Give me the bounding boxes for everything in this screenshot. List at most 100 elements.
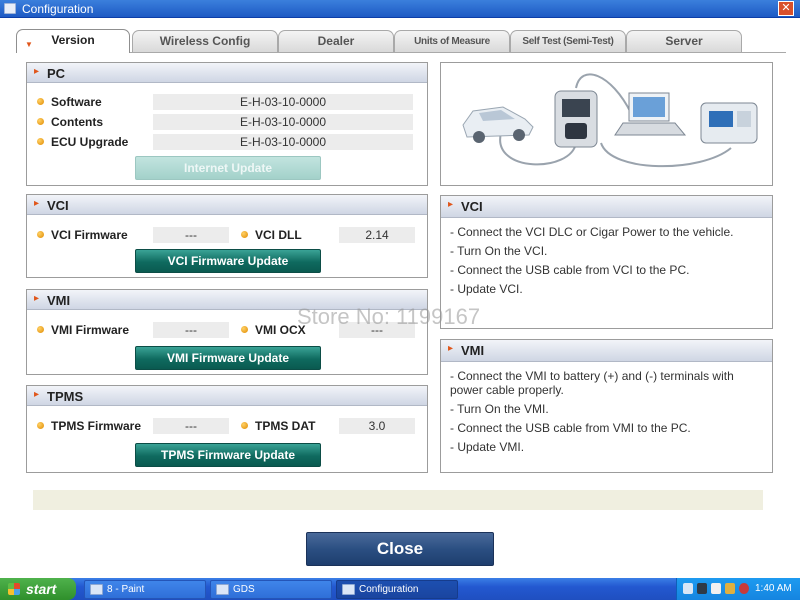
vci-firmware-label: VCI Firmware: [51, 228, 128, 242]
vmi-info-line: - Update VMI.: [450, 440, 525, 454]
car-icon: [462, 106, 534, 143]
tab-label: Self Test (Semi-Test): [522, 36, 614, 47]
system-tray: 1:40 AM: [676, 578, 800, 600]
tpms-dat-value: 3.0: [339, 418, 415, 434]
tab-label: Units of Measure: [414, 36, 490, 47]
store-watermark: Store No: 1199167: [297, 304, 481, 329]
contents-label: Contents: [51, 115, 103, 129]
paint-icon: [90, 584, 103, 595]
bullet-icon: [37, 138, 44, 145]
tab-wireless-config[interactable]: Wireless Config: [132, 30, 278, 52]
taskbar-item-label: GDS: [233, 584, 255, 595]
tpms-panel-title: TPMS: [47, 389, 84, 404]
chevron-right-icon: ▸: [448, 343, 454, 354]
close-button[interactable]: Close: [306, 532, 494, 566]
vci-info-line: - Turn On the VCI.: [450, 244, 548, 258]
taskbar-item-label: 8 - Paint: [107, 584, 145, 595]
tab-units-of-measure[interactable]: Units of Measure: [394, 30, 510, 52]
pc-panel-header: ▸ PC: [27, 63, 427, 83]
app-icon: [4, 3, 16, 14]
vmi-firmware-update-button[interactable]: VMI Firmware Update: [135, 346, 321, 370]
bullet-icon: [37, 231, 44, 238]
tab-version[interactable]: ▼ Version: [16, 29, 130, 53]
taskbar-item-gds[interactable]: GDS: [210, 580, 332, 599]
vci-info-line: - Connect the VCI DLC or Cigar Power to …: [450, 225, 734, 239]
internet-update-button[interactable]: Internet Update: [135, 156, 321, 180]
window-close-button[interactable]: ✕: [778, 1, 794, 16]
chevron-right-icon: ▸: [34, 66, 40, 77]
vmi-info-line: - Turn On the VMI.: [450, 402, 549, 416]
vmi-info-line: - Connect the USB cable from VMI to the …: [450, 421, 691, 435]
bullet-icon: [37, 118, 44, 125]
vmi-info-header: ▸ VMI: [441, 340, 772, 362]
tab-label: Dealer: [317, 34, 355, 48]
configuration-window: ▼ Version Wireless Config Dealer Units o…: [0, 18, 800, 578]
gds-icon: [216, 584, 229, 595]
vmi-panel: ▸ VMI VMI Firmware --- VMI OCX --- VMI F…: [26, 289, 428, 375]
tab-label: Server: [665, 34, 703, 48]
tab-self-test[interactable]: Self Test (Semi-Test): [510, 30, 626, 52]
start-label: start: [26, 581, 57, 597]
taskbar-item-configuration[interactable]: Configuration: [336, 580, 458, 599]
tpms-panel: ▸ TPMS TPMS Firmware --- TPMS DAT 3.0 TP…: [26, 385, 428, 473]
ecu-upgrade-value: E-H-03-10-0000: [153, 134, 413, 150]
tab-strip: ▼ Version Wireless Config Dealer Units o…: [16, 29, 796, 53]
connection-diagram: [462, 73, 758, 168]
antivirus-icon[interactable]: [739, 583, 749, 594]
vmi-info-panel: ▸ VMI - Connect the VMI to battery (+) a…: [440, 339, 773, 473]
tpms-panel-header: ▸ TPMS: [27, 386, 427, 406]
bullet-icon: [241, 422, 248, 429]
taskbar-item-label: Configuration: [359, 584, 419, 595]
bullet-icon: [241, 326, 248, 333]
triangle-down-icon: ▼: [25, 40, 33, 49]
tab-server[interactable]: Server: [626, 30, 742, 52]
taskbar: start 8 - Paint GDS Configuration 1:40 A…: [0, 578, 800, 600]
tab-label: Wireless Config: [159, 34, 251, 48]
security-icon[interactable]: [725, 583, 735, 594]
vmi-firmware-label: VMI Firmware: [51, 323, 130, 337]
status-bar: [33, 490, 763, 510]
vci-info-line: - Connect the USB cable from VCI to the …: [450, 263, 690, 277]
tab-divider: [16, 52, 786, 53]
chevron-right-icon: ▸: [448, 199, 454, 210]
chevron-right-icon: ▸: [34, 198, 40, 209]
tab-dealer[interactable]: Dealer: [278, 30, 394, 52]
tpms-dat-label: TPMS DAT: [255, 419, 316, 433]
vmi-firmware-value: ---: [153, 322, 229, 338]
bullet-icon: [241, 231, 248, 238]
window-title: Configuration: [22, 2, 94, 16]
vci-firmware-update-button[interactable]: VCI Firmware Update: [135, 249, 321, 273]
tpms-firmware-label: TPMS Firmware: [51, 419, 142, 433]
vci-panel: ▸ VCI VCI Firmware --- VCI DLL 2.14 VCI …: [26, 194, 428, 278]
vci-panel-title: VCI: [47, 198, 69, 213]
vci-dll-value: 2.14: [339, 227, 415, 243]
volume-icon[interactable]: [711, 583, 721, 594]
tab-label: Version: [51, 33, 95, 47]
network-icon[interactable]: [683, 583, 693, 594]
software-value: E-H-03-10-0000: [153, 94, 413, 110]
ecu-upgrade-label: ECU Upgrade: [51, 135, 129, 149]
vci-info-line: - Update VCI.: [450, 282, 523, 296]
windows-logo-icon: [8, 583, 20, 595]
vci-panel-header: ▸ VCI: [27, 195, 427, 215]
laptop-icon: [614, 92, 687, 136]
configuration-icon: [342, 584, 355, 595]
vci-info-header: ▸ VCI: [441, 196, 772, 218]
vmi-info-line: - Connect the VMI to battery (+) and (-)…: [450, 369, 734, 397]
bullet-icon: [37, 98, 44, 105]
vci-info-panel: ▸ VCI - Connect the VCI DLC or Cigar Pow…: [440, 195, 773, 329]
device-icon[interactable]: [697, 583, 707, 594]
pc-panel-title: PC: [47, 66, 66, 81]
vci-info-title: VCI: [461, 199, 483, 214]
chevron-right-icon: ▸: [34, 293, 40, 304]
tpms-firmware-update-button[interactable]: TPMS Firmware Update: [135, 443, 321, 467]
pc-panel: ▸ PC Software E-H-03-10-0000 Contents E-…: [26, 62, 428, 186]
vmi-panel-title: VMI: [47, 293, 71, 308]
tpms-firmware-value: ---: [153, 418, 229, 434]
vmi-info-title: VMI: [461, 343, 485, 358]
taskbar-item-paint[interactable]: 8 - Paint: [84, 580, 206, 599]
start-button[interactable]: start: [0, 578, 76, 600]
vci-dll-label: VCI DLL: [255, 228, 302, 242]
chevron-right-icon: ▸: [34, 389, 40, 400]
vmi-device-icon: [700, 102, 758, 144]
